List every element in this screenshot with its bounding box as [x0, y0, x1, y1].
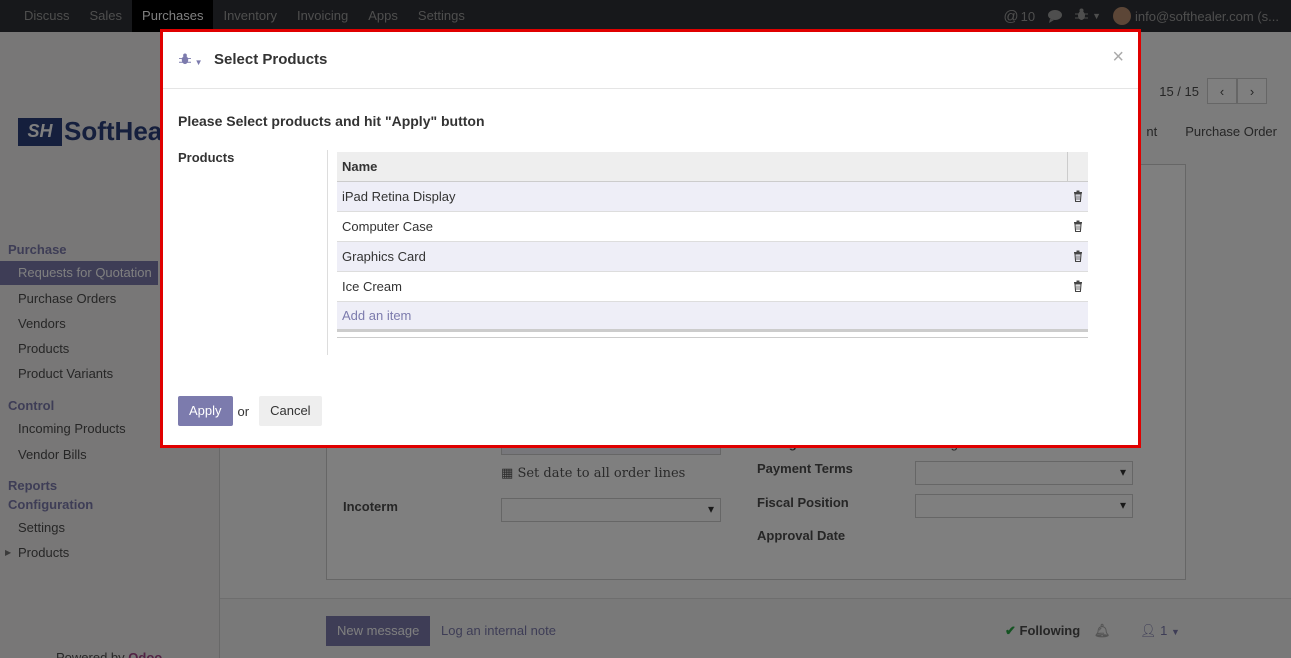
close-icon[interactable]: ×	[1112, 46, 1124, 69]
table-row[interactable]: Graphics Card	[337, 242, 1088, 272]
table-row[interactable]: Computer Case	[337, 212, 1088, 242]
modal-footer: Apply or Cancel	[178, 396, 322, 426]
products-label: Products	[178, 150, 235, 165]
product-name[interactable]: Graphics Card	[337, 249, 426, 264]
trash-icon[interactable]	[1073, 280, 1083, 292]
product-name[interactable]: iPad Retina Display	[337, 189, 455, 204]
table-row[interactable]: iPad Retina Display	[337, 182, 1088, 212]
products-table: Name iPad Retina Display Computer Case G…	[337, 152, 1088, 338]
bug-icon	[179, 53, 191, 65]
debug-dropdown[interactable]: ▼	[179, 53, 203, 68]
table-header: Name	[337, 152, 1088, 182]
caret-down-icon: ▼	[194, 58, 203, 67]
apply-button[interactable]: Apply	[178, 396, 233, 426]
column-header-name[interactable]: Name	[337, 159, 377, 174]
table-row[interactable]: Ice Cream	[337, 272, 1088, 302]
trash-icon[interactable]	[1073, 250, 1083, 262]
add-item-row: Add an item	[337, 302, 1088, 332]
or-text: or	[237, 403, 250, 419]
instruction-text: Please Select products and hit "Apply" b…	[178, 113, 485, 129]
cancel-button[interactable]: Cancel	[259, 396, 322, 426]
modal-title: Select Products	[214, 51, 328, 68]
add-item-link[interactable]: Add an item	[337, 308, 411, 323]
column-divider	[1067, 152, 1068, 182]
table-footer	[337, 332, 1088, 338]
modal-header: ▼ Select Products ×	[163, 32, 1138, 89]
modal-body: Please Select products and hit "Apply" b…	[163, 89, 1138, 389]
select-products-dialog: ▼ Select Products × Please Select produc…	[160, 29, 1141, 448]
product-name[interactable]: Computer Case	[337, 219, 433, 234]
trash-icon[interactable]	[1073, 190, 1083, 202]
trash-icon[interactable]	[1073, 220, 1083, 232]
divider	[327, 150, 328, 355]
product-name[interactable]: Ice Cream	[337, 279, 402, 294]
